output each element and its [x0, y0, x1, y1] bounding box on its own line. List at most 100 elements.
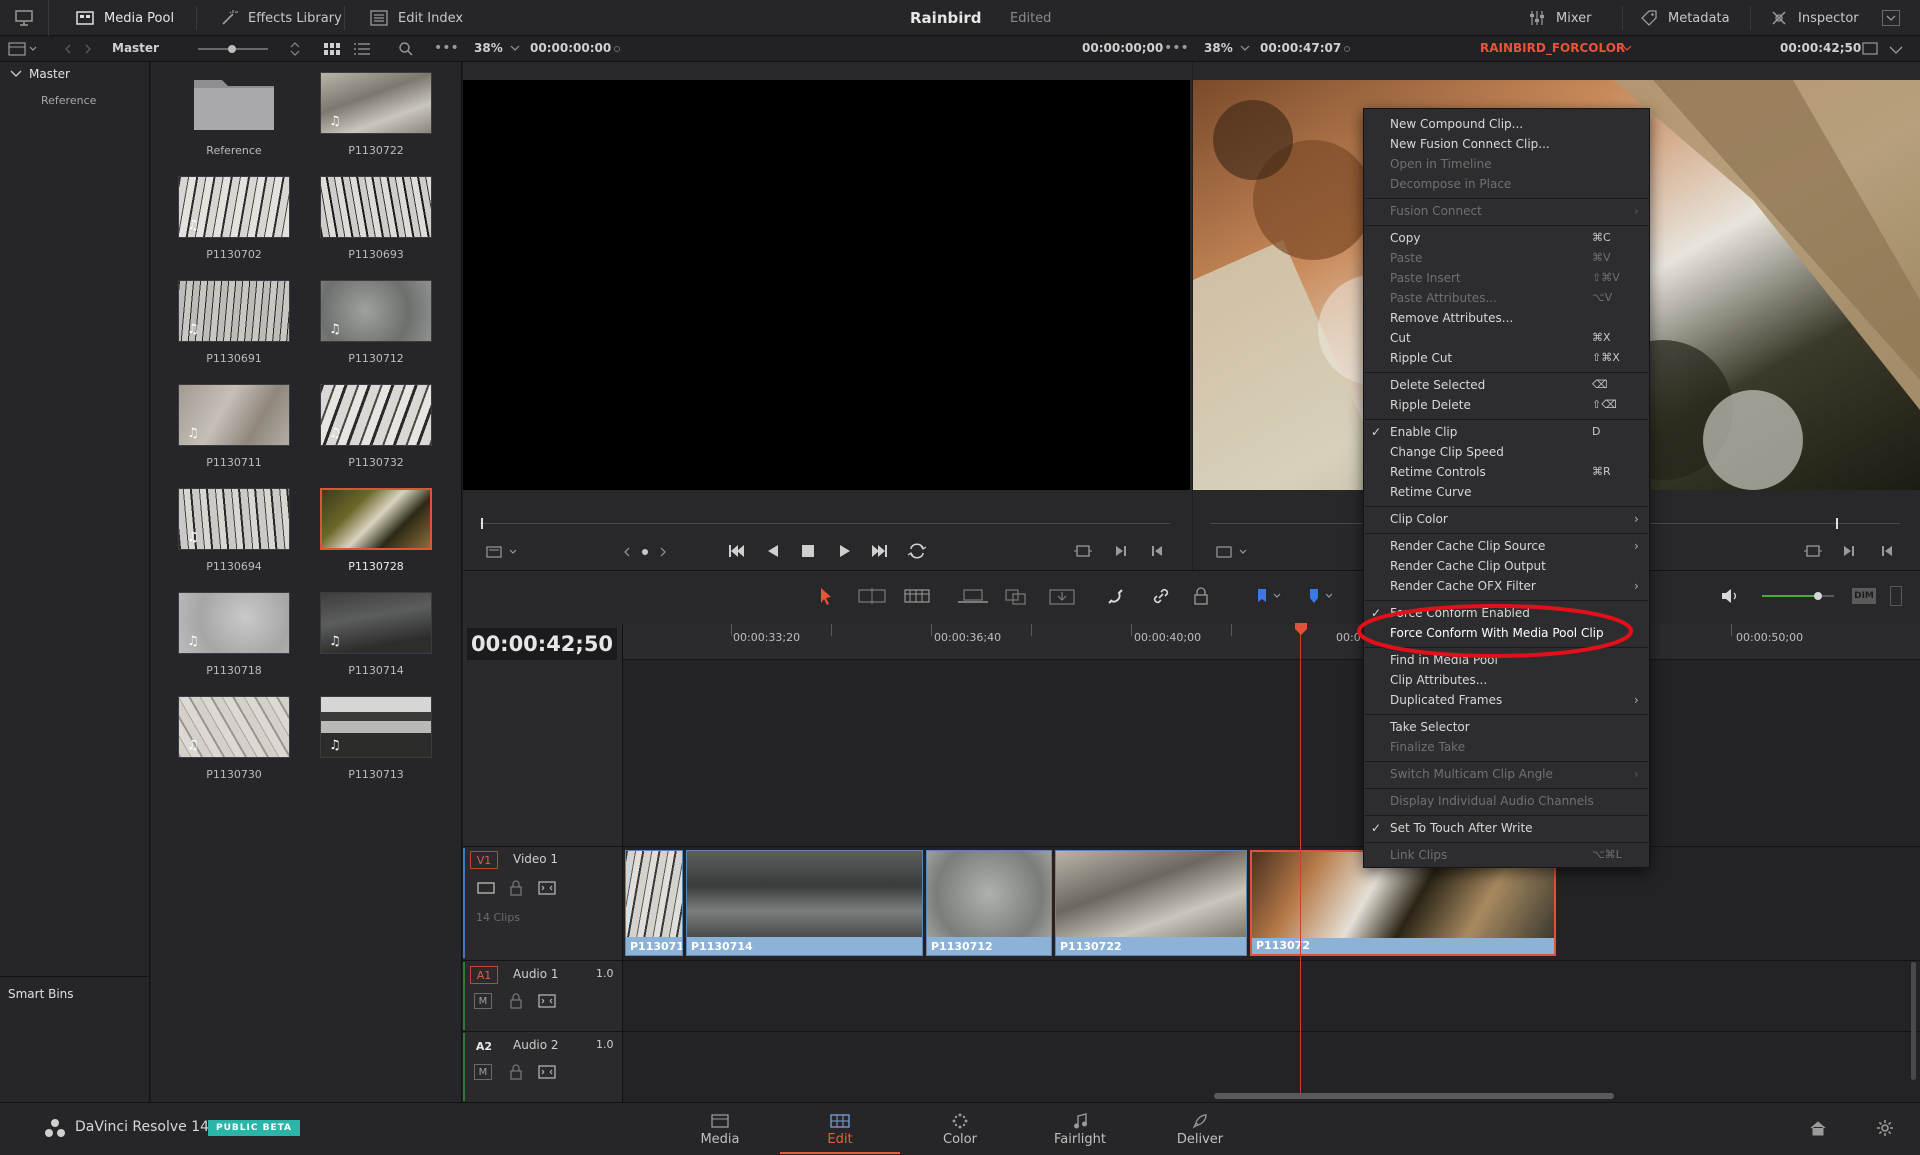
chevron-down-icon[interactable] — [1240, 45, 1250, 53]
menu-render-cache-ofx-filter[interactable]: Render Cache OFX Filter — [1390, 579, 1536, 593]
menu-clip-attributes[interactable]: Clip Attributes... — [1390, 673, 1487, 687]
menu-render-cache-clip-output[interactable]: Render Cache Clip Output — [1390, 559, 1546, 573]
mark-in-icon[interactable] — [1114, 544, 1128, 558]
safe-area-icon[interactable] — [486, 546, 520, 558]
mark-out-icon[interactable] — [1880, 544, 1894, 558]
workspace-icon[interactable] — [14, 9, 34, 27]
thumbnail-size-slider[interactable] — [198, 43, 268, 55]
stop-icon[interactable] — [802, 545, 814, 557]
play-reverse-icon[interactable] — [766, 543, 780, 559]
page-media[interactable]: Media — [660, 1104, 780, 1154]
go-to-end-icon[interactable] — [870, 543, 888, 559]
gear-icon[interactable] — [1876, 1119, 1894, 1137]
timeline-clip[interactable]: P1130718 — [625, 850, 683, 956]
pool-clip-item[interactable]: ♫ P1130718 — [178, 592, 290, 677]
chevron-down-icon[interactable] — [510, 45, 520, 53]
pool-clip-item[interactable]: ♫ P1130691 — [178, 280, 290, 365]
panel-toggle-icon[interactable] — [8, 42, 38, 56]
menu-ripple-cut[interactable]: Ripple Cut — [1390, 351, 1452, 365]
chevron-down-icon[interactable] — [1622, 45, 1632, 53]
track-name-v1[interactable]: Video 1 — [513, 852, 558, 866]
mute-button[interactable]: M — [474, 993, 492, 1009]
menu-enable-clip[interactable]: Enable Clip — [1390, 425, 1457, 439]
source-options-icon[interactable]: ••• — [1164, 40, 1189, 56]
blade-tool-icon[interactable] — [904, 588, 930, 604]
page-color[interactable]: Color — [900, 1104, 1020, 1154]
menu-retime-controls[interactable]: Retime Controls — [1390, 465, 1486, 479]
home-icon[interactable] — [1810, 1120, 1826, 1136]
menu-ripple-delete[interactable]: Ripple Delete — [1390, 398, 1471, 412]
track-name-a1[interactable]: Audio 1 — [513, 967, 559, 981]
pool-clip-item[interactable]: P1130693 — [320, 176, 432, 261]
menu-render-cache-clip-source[interactable]: Render Cache Clip Source — [1390, 539, 1545, 553]
menu-new-compound-clip[interactable]: New Compound Clip... — [1390, 117, 1523, 131]
auto-select-icon[interactable] — [538, 880, 556, 896]
effects-library-button[interactable]: Effects Library — [206, 0, 356, 36]
pool-clip-item[interactable]: ♫ P1130711 — [178, 384, 290, 469]
match-frame-icon[interactable] — [1074, 544, 1092, 558]
safe-area-icon[interactable] — [1216, 546, 1250, 558]
page-fairlight[interactable]: Fairlight — [1020, 1104, 1140, 1154]
play-icon[interactable] — [838, 543, 852, 559]
replace-clip-icon[interactable] — [1048, 588, 1076, 606]
timeline-clip[interactable]: P1130722 — [1055, 850, 1247, 956]
track-name-a2[interactable]: Audio 2 — [513, 1038, 559, 1052]
source-zoom[interactable]: 38% — [474, 41, 503, 55]
chevron-down-icon[interactable] — [10, 69, 22, 79]
insert-clip-icon[interactable] — [958, 588, 988, 606]
collapse-icon[interactable] — [1882, 10, 1900, 26]
bin-reference[interactable]: Reference — [41, 94, 96, 107]
bin-master[interactable]: Master — [29, 67, 70, 81]
timeline-vertical-scrollbar[interactable] — [1911, 962, 1916, 1080]
timeline-clip[interactable]: P1130714 — [686, 850, 923, 956]
timeline-clip[interactable]: P1130712 — [926, 850, 1052, 956]
expand-viewer-icon[interactable] — [1888, 42, 1904, 56]
menu-take-selector[interactable]: Take Selector — [1390, 720, 1470, 734]
metadata-button[interactable]: Metadata — [1626, 0, 1744, 36]
pool-clip-item[interactable]: ♫ P1130722 — [320, 72, 432, 157]
timeline-name[interactable]: RAINBIRD_FORCOLOR — [1480, 41, 1625, 55]
linked-selection-icon[interactable] — [1152, 587, 1170, 605]
track-lock-icon[interactable] — [510, 993, 522, 1009]
selection-tool-icon[interactable] — [819, 587, 833, 605]
menu-copy[interactable]: Copy — [1390, 231, 1420, 245]
marker-icon[interactable] — [1308, 588, 1334, 604]
source-scrub-bar[interactable] — [480, 523, 1170, 524]
mixer-button[interactable]: Mixer — [1514, 0, 1605, 36]
viewer-mode-icon[interactable] — [1862, 42, 1878, 56]
snapping-icon[interactable] — [1107, 587, 1125, 605]
grid-view-icon[interactable] — [324, 42, 340, 56]
menu-cut[interactable]: Cut — [1390, 331, 1411, 345]
playhead-marker-icon[interactable] — [1294, 622, 1308, 636]
inspector-button[interactable]: Inspector — [1756, 0, 1873, 36]
track-tag-a1[interactable]: A1 — [470, 966, 498, 984]
menu-retime-curve[interactable]: Retime Curve — [1390, 485, 1472, 499]
auto-select-icon[interactable] — [538, 993, 556, 1009]
list-view-icon[interactable] — [354, 42, 370, 56]
speaker-icon[interactable] — [1720, 588, 1740, 604]
pool-clip-item[interactable]: ♫ P1130702 — [178, 176, 290, 261]
media-pool-button[interactable]: Media Pool — [62, 0, 188, 36]
source-viewer[interactable] — [463, 80, 1190, 490]
pool-clip-item[interactable]: ♫ P1130694 — [178, 488, 290, 573]
pool-clip-item[interactable]: ♫ P1130712 — [320, 280, 432, 365]
timeline-ruler[interactable] — [623, 624, 1920, 660]
nav-back-forward-icon[interactable] — [64, 43, 94, 55]
mark-out-icon[interactable] — [1150, 544, 1164, 558]
mute-button[interactable]: M — [474, 1064, 492, 1080]
match-frame-icon[interactable] — [1804, 544, 1822, 558]
trim-tool-icon[interactable] — [858, 588, 886, 604]
track-tag-a2[interactable]: A2 — [470, 1037, 498, 1055]
menu-delete-selected[interactable]: Delete Selected — [1390, 378, 1485, 392]
timeline-zoom[interactable]: 38% — [1204, 41, 1233, 55]
page-edit[interactable]: Edit — [780, 1104, 900, 1154]
go-to-start-icon[interactable] — [728, 543, 746, 559]
track-lock-icon[interactable] — [510, 880, 522, 896]
source-playhead[interactable] — [481, 518, 483, 529]
jog-control-icon[interactable] — [624, 546, 666, 558]
menu-set-to-touch-after-write[interactable]: Set To Touch After Write — [1390, 821, 1533, 835]
track-tag-v1[interactable]: V1 — [470, 851, 498, 869]
loop-icon[interactable] — [908, 543, 926, 559]
pool-clip-item[interactable]: ♫ P1130714 — [320, 592, 432, 677]
search-icon[interactable] — [398, 41, 414, 57]
